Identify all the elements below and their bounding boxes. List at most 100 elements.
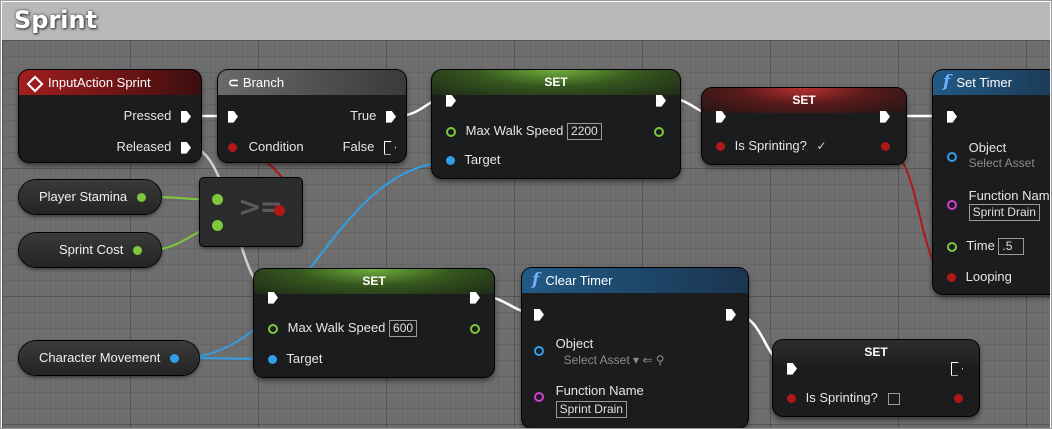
- set-sprinting-true-exec-in: [716, 108, 726, 123]
- player-stamina-out-pin[interactable]: [136, 193, 146, 203]
- clear-timer-header: f Clear Timer: [522, 268, 748, 293]
- chevron-down-icon: ▾: [633, 353, 640, 367]
- compare-b-pin[interactable]: [212, 220, 223, 231]
- set-sprinting-true-out-row: [881, 138, 890, 153]
- sprint-cost-variable[interactable]: Sprint Cost: [19, 233, 161, 267]
- set-timer-object-picker[interactable]: Select Asset: [969, 156, 1035, 170]
- set-speed-bottom-value-row: Max Walk Speed 600: [268, 320, 418, 338]
- is-sprinting-false-in-pin[interactable]: [787, 394, 796, 404]
- set-timer-exec-in-pin[interactable]: [947, 110, 957, 123]
- set-timer-function-pin[interactable]: [947, 200, 957, 210]
- set-speed-top-exec-out: [656, 92, 666, 107]
- greater-equal-node[interactable]: >=: [200, 178, 302, 246]
- function-icon: f: [943, 72, 951, 92]
- input-action-title: InputAction Sprint: [48, 75, 151, 90]
- set-speed-top-value-row: Max Walk Speed 2200: [446, 123, 602, 141]
- clear-timer-exec-out-pin[interactable]: [726, 308, 736, 321]
- is-sprinting-false-checkbox[interactable]: [887, 392, 900, 405]
- set-sprinting-false-title: SET: [864, 345, 888, 359]
- is-sprinting-in-pin[interactable]: [716, 142, 725, 152]
- branch-true-exec-pin[interactable]: [386, 110, 396, 123]
- set-speed-bottom-exec-in-pin[interactable]: [268, 291, 278, 304]
- set-timer-time-input[interactable]: .5: [998, 238, 1025, 256]
- set-timer-exec-in: [947, 108, 957, 123]
- branch-node[interactable]: ⊂ Branch True Condition False: [218, 70, 406, 162]
- set-speed-bottom-exec-out-pin[interactable]: [470, 291, 480, 304]
- clear-timer-title: Clear Timer: [545, 273, 613, 288]
- set-speed-bottom-exec-in: [268, 289, 278, 304]
- branch-true-label: True: [350, 108, 377, 123]
- branch-title: Branch: [242, 75, 285, 90]
- set-speed-top-target-label: Target: [464, 152, 501, 167]
- character-movement-variable[interactable]: Character Movement: [19, 341, 199, 375]
- input-action-sprint-node[interactable]: InputAction Sprint Pressed Released: [19, 70, 201, 162]
- branch-false-row: False: [343, 139, 396, 155]
- set-timer-time-pin[interactable]: [947, 241, 957, 252]
- is-sprinting-out-pin[interactable]: [881, 142, 890, 152]
- set-speed-bottom-target-row: Target: [268, 351, 323, 366]
- set-speed-top-exec-out-pin[interactable]: [656, 94, 666, 107]
- character-movement-out-pin[interactable]: [170, 354, 180, 364]
- set-sprinting-true-header: SET: [702, 88, 906, 113]
- comment-title: Sprint: [14, 6, 98, 34]
- branch-condition-label: Condition: [248, 139, 304, 154]
- set-timer-function-input[interactable]: Sprint Drain: [968, 204, 1040, 222]
- arrow-left-icon: ⇐: [642, 353, 653, 367]
- set-timer-time-label: Time: [966, 238, 995, 253]
- max-walk-speed-input[interactable]: 2200: [567, 123, 602, 141]
- branch-exec-in-pin[interactable]: [228, 110, 238, 123]
- set-sprinting-false-exec-in-pin[interactable]: [787, 362, 797, 375]
- sprint-cost-label: Sprint Cost: [59, 242, 124, 257]
- player-stamina-variable[interactable]: Player Stamina: [19, 180, 161, 214]
- clear-timer-object-label: Object: [555, 336, 594, 351]
- set-speed-bottom-exec-out: [470, 289, 480, 304]
- set-is-sprinting-true-node[interactable]: SET Is Sprinting? ✓: [702, 88, 906, 164]
- clear-timer-exec-in-pin[interactable]: [534, 308, 544, 321]
- is-sprinting-checkbox[interactable]: ✓: [817, 139, 827, 153]
- set-is-sprinting-false-node[interactable]: SET Is Sprinting?: [773, 340, 979, 416]
- max-walk-speed-in-pin[interactable]: [446, 126, 456, 137]
- set-sprinting-true-exec-in-pin[interactable]: [716, 110, 726, 123]
- set-sprinting-true-title: SET: [792, 93, 816, 107]
- walk-speed-input[interactable]: 600: [389, 320, 418, 338]
- branch-condition-pin[interactable]: [228, 143, 237, 153]
- set-timer-function-label: Function Nam: [968, 188, 1050, 203]
- set-timer-looping-label: Looping: [965, 269, 1012, 284]
- walk-speed-in-pin[interactable]: [268, 323, 278, 334]
- is-sprinting-label: Is Sprinting?: [734, 138, 807, 153]
- pressed-exec-pin[interactable]: [181, 110, 191, 123]
- set-speed-top-header: SET: [432, 70, 680, 95]
- set-timer-node[interactable]: f Set Timer Object Select Asset Function …: [933, 70, 1050, 294]
- max-walk-speed-out-pin[interactable]: [654, 126, 664, 137]
- branch-icon: ⊂: [228, 75, 239, 90]
- clear-timer-function-input[interactable]: Sprint Drain: [555, 401, 627, 419]
- clear-timer-exec-out: [726, 306, 736, 321]
- set-speed-bottom-target-pin[interactable]: [268, 355, 277, 365]
- set-max-walk-speed-sprint-node[interactable]: SET Max Walk Speed 2200 Target: [432, 70, 680, 178]
- compare-a-pin[interactable]: [212, 194, 223, 205]
- player-stamina-label: Player Stamina: [39, 189, 128, 204]
- set-speed-bottom-target-label: Target: [286, 351, 323, 366]
- set-sprinting-true-exec-out-pin[interactable]: [880, 110, 890, 123]
- compare-out-pin[interactable]: [274, 205, 285, 216]
- set-speed-top-target-pin[interactable]: [446, 156, 455, 166]
- comment-box-header[interactable]: Sprint: [2, 2, 1050, 40]
- clear-timer-function-pin[interactable]: [534, 392, 544, 402]
- sprint-cost-out-pin[interactable]: [132, 246, 142, 256]
- set-sprinting-false-exec-out-pin[interactable]: [951, 361, 963, 376]
- clear-timer-object-pin[interactable]: [534, 346, 544, 356]
- clear-timer-object-picker[interactable]: Select Asset ▾ ⇐ ⚲: [564, 353, 665, 367]
- set-speed-top-exec-in-pin[interactable]: [446, 94, 456, 107]
- set-max-walk-speed-walk-node[interactable]: SET Max Walk Speed 600 Target: [254, 269, 494, 377]
- set-timer-looping-pin[interactable]: [947, 273, 956, 283]
- branch-false-exec-pin[interactable]: [384, 140, 396, 155]
- set-timer-object-pin[interactable]: [947, 152, 957, 162]
- released-exec-pin[interactable]: [181, 141, 191, 154]
- set-sprinting-false-header: SET: [773, 340, 979, 365]
- is-sprinting-false-out-pin[interactable]: [954, 394, 963, 404]
- function-icon: f: [532, 270, 540, 290]
- clear-timer-node[interactable]: f Clear Timer Object Select Asset ▾ ⇐ ⚲ F…: [522, 268, 748, 428]
- walk-speed-out-pin[interactable]: [470, 323, 480, 334]
- graph-canvas[interactable]: InputAction Sprint Pressed Released ⊂ Bra…: [2, 40, 1050, 428]
- branch-false-label: False: [342, 139, 375, 154]
